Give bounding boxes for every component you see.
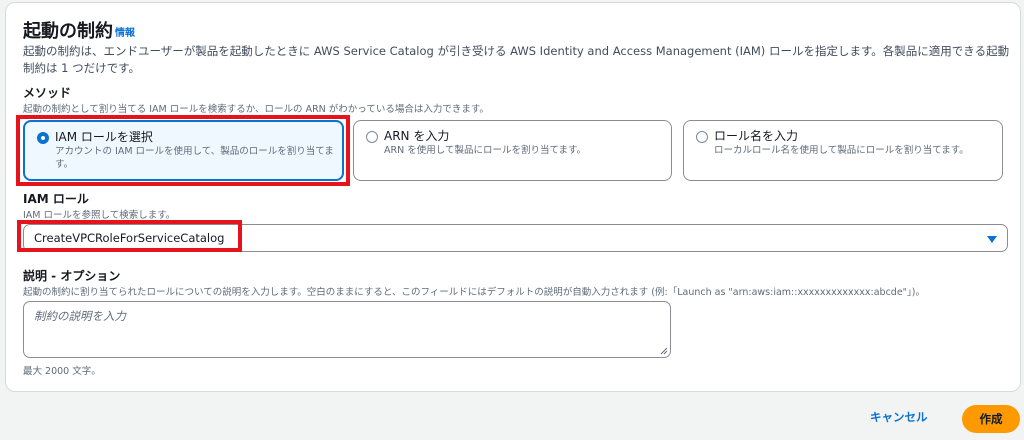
method-option-description: アカウントの IAM ロールを使用して、製品のロールを割り当てます。 bbox=[55, 146, 334, 170]
description-constraint: 最大 2000 文字。 bbox=[23, 366, 101, 377]
radio-selected-icon[interactable] bbox=[37, 132, 49, 144]
description-placeholder: 制約の説明を入力 bbox=[34, 309, 126, 323]
method-option-label: IAM ロールを選択 bbox=[55, 130, 153, 144]
iam-role-select[interactable]: CreateVPCRoleForServiceCatalog bbox=[23, 224, 1008, 252]
iam-role-label: IAM ロール bbox=[23, 192, 89, 206]
method-option-enter-role-name[interactable]: ロール名を入力 ローカルロール名を使用して製品にロールを割り当てます。 bbox=[683, 120, 1003, 181]
radio-unselected-icon[interactable] bbox=[696, 131, 708, 143]
description-textarea[interactable]: 制約の説明を入力 bbox=[23, 301, 671, 358]
method-option-label: ARN を入力 bbox=[384, 129, 450, 143]
method-option-select-iam-role[interactable]: IAM ロールを選択 アカウントの IAM ロールを使用して、製品のロールを割り… bbox=[23, 120, 344, 181]
method-option-enter-arn[interactable]: ARN を入力 ARN を使用して製品にロールを割り当てます。 bbox=[353, 120, 672, 181]
method-label: メソッド bbox=[23, 86, 72, 100]
method-option-label: ロール名を入力 bbox=[714, 129, 799, 143]
method-option-description: ローカルロール名を使用して製品にロールを割り当てます。 bbox=[714, 145, 969, 156]
section-title: 起動の制約 bbox=[23, 21, 113, 42]
info-link[interactable]: 情報 bbox=[115, 24, 135, 39]
method-hint: 起動の制約として割り当てる IAM ロールを検索するか、ロールの ARN がわか… bbox=[23, 104, 489, 115]
radio-unselected-icon[interactable] bbox=[366, 131, 378, 143]
launch-constraint-panel: 起動の制約 情報 起動の制約は、エンドユーザーが製品を起動したときに AWS S… bbox=[5, 2, 1021, 392]
description-label: 説明 - オプション bbox=[23, 269, 121, 283]
cancel-button[interactable]: キャンセル bbox=[870, 409, 928, 425]
iam-role-hint: IAM ロールを参照して検索します。 bbox=[23, 210, 176, 221]
section-description: 起動の制約は、エンドユーザーが製品を起動したときに AWS Service Ca… bbox=[23, 44, 1010, 75]
resize-grip-icon[interactable] bbox=[660, 347, 668, 355]
caret-down-icon[interactable] bbox=[987, 236, 997, 243]
description-hint: 起動の制約に割り当てられたロールについての説明を入力します。空白のままにすると、… bbox=[23, 287, 926, 298]
iam-role-selected-value: CreateVPCRoleForServiceCatalog bbox=[34, 231, 225, 245]
method-option-description: ARN を使用して製品にロールを割り当てます。 bbox=[384, 145, 587, 156]
create-button[interactable]: 作成 bbox=[962, 405, 1020, 433]
